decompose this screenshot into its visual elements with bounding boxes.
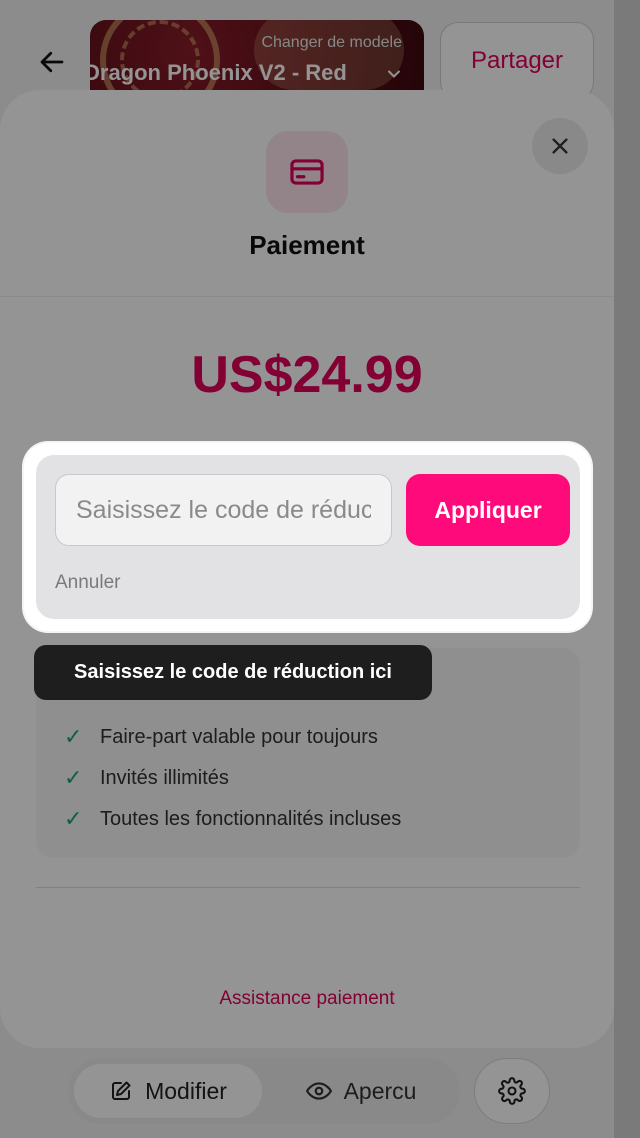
promo-tooltip: Saisissez le code de réduction ici — [34, 645, 432, 700]
cancel-link[interactable]: Annuler — [55, 572, 121, 594]
promo-code-input[interactable] — [55, 474, 392, 546]
apply-button[interactable]: Appliquer — [406, 474, 570, 546]
